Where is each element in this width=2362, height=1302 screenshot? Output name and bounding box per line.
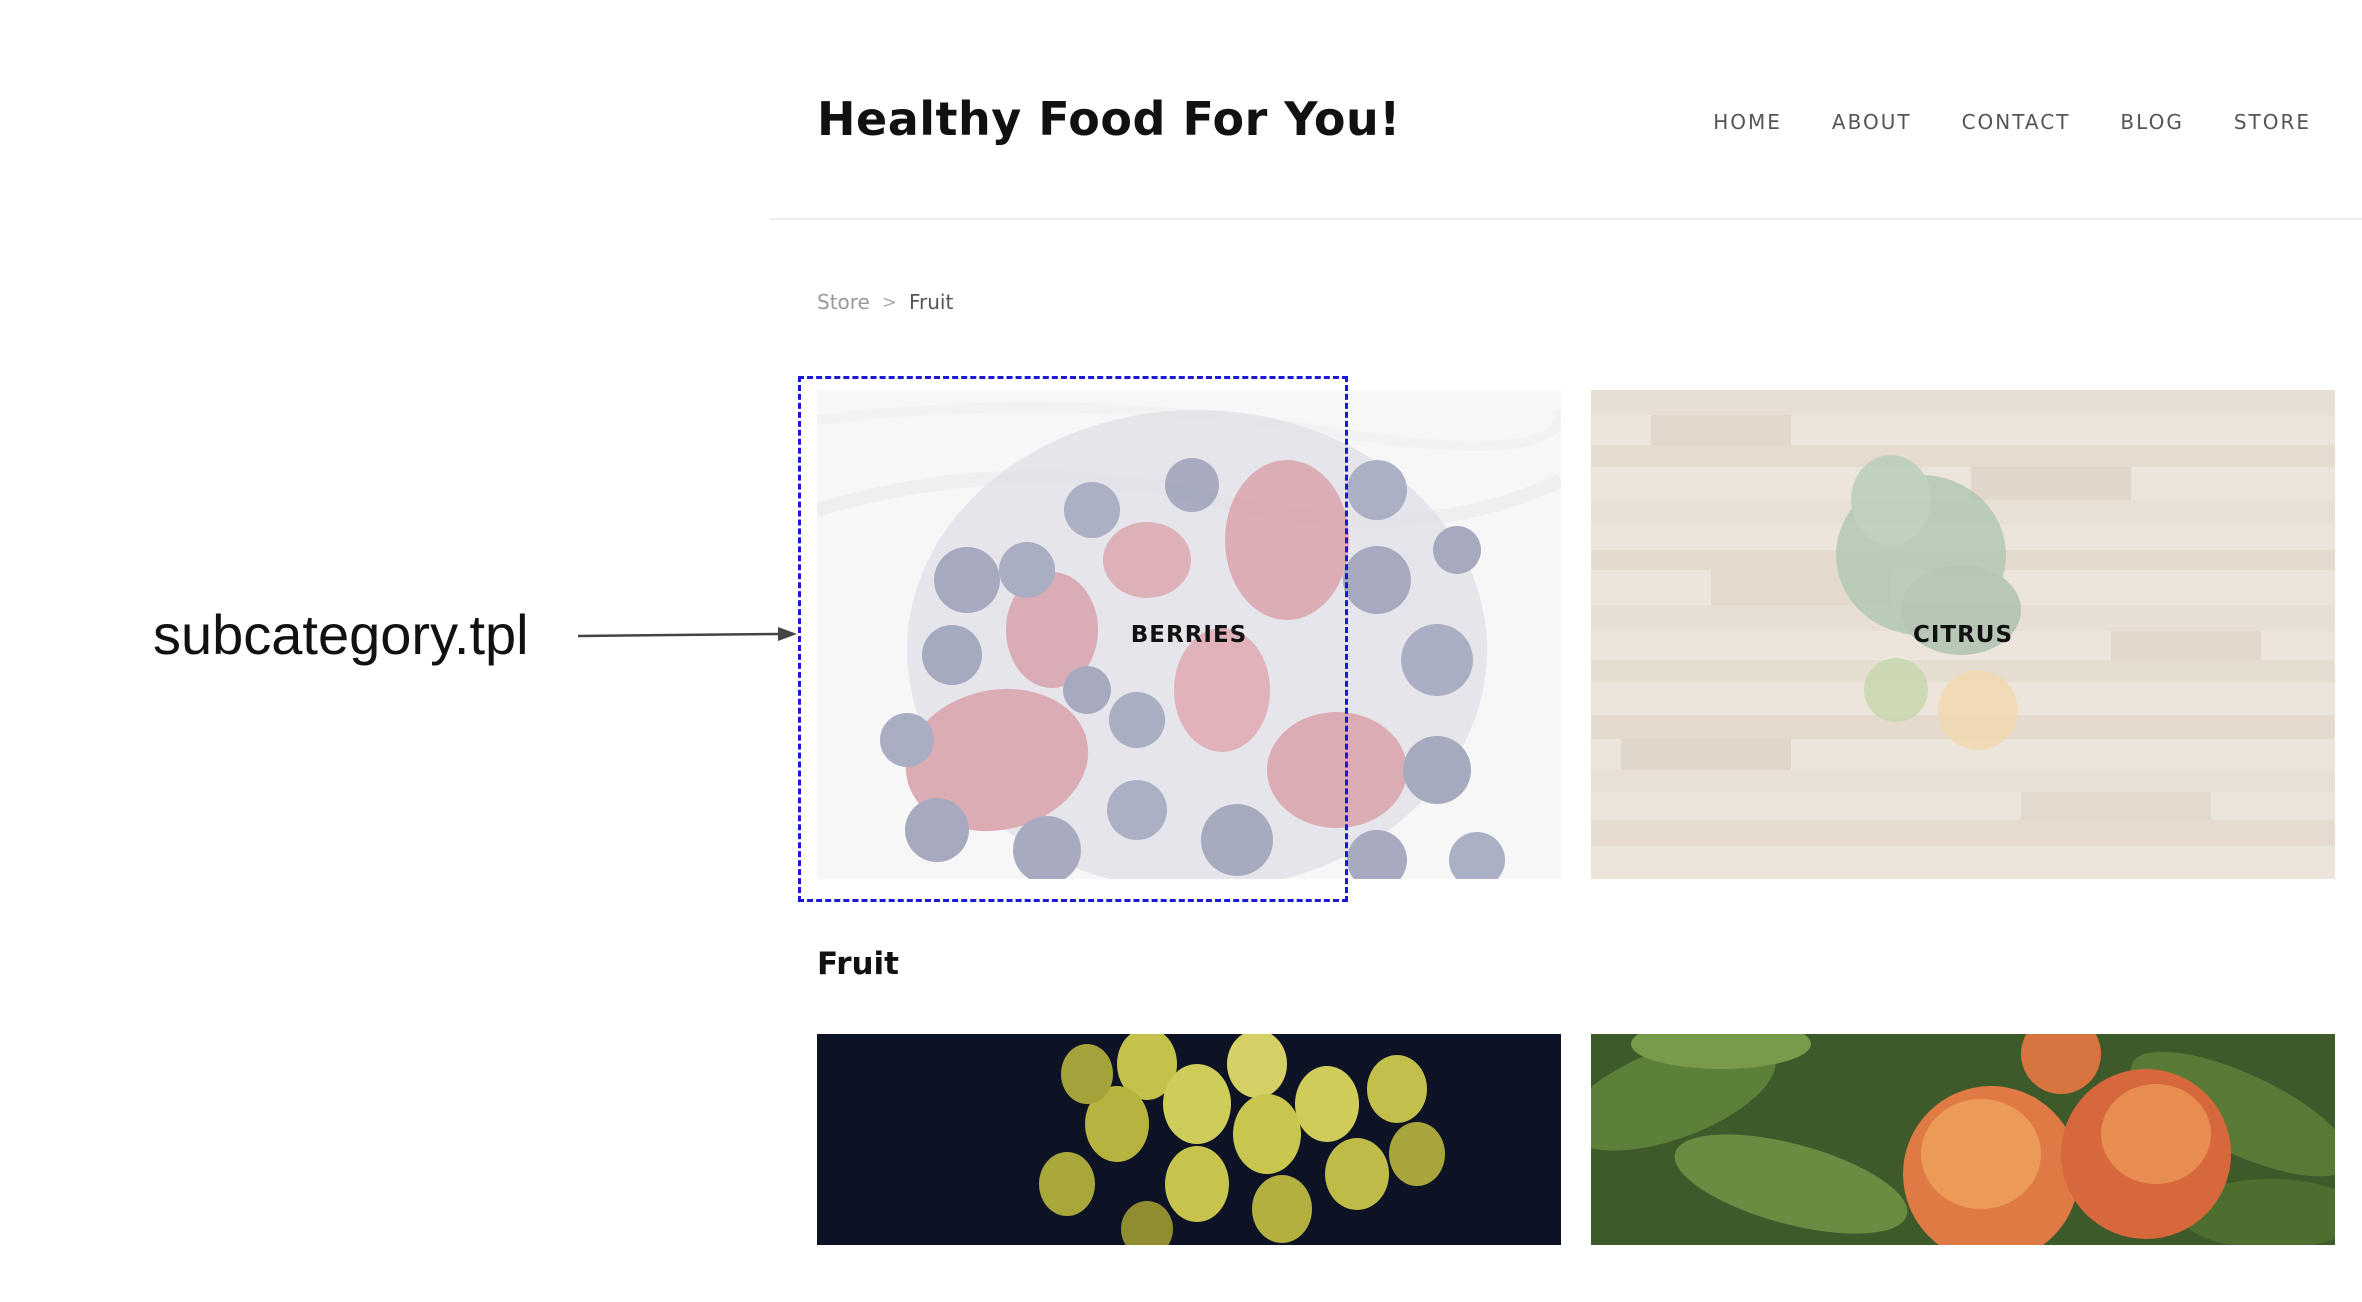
- product-card-grapes[interactable]: [817, 1034, 1561, 1245]
- annotation-arrow-icon: [577, 627, 797, 641]
- nav-home[interactable]: HOME: [1713, 110, 1782, 134]
- subcategory-label-berries: BERRIES: [1130, 621, 1248, 648]
- section-heading: Fruit: [817, 946, 899, 982]
- site-title[interactable]: Healthy Food For You!: [817, 92, 1401, 146]
- website-preview: Healthy Food For You! HOME ABOUT CONTACT…: [770, 0, 2362, 1302]
- nav-store[interactable]: STORE: [2234, 110, 2311, 134]
- breadcrumb-current: Fruit: [908, 290, 954, 314]
- nav-about[interactable]: ABOUT: [1832, 110, 1912, 134]
- subcategory-card-berries[interactable]: BERRIES: [817, 390, 1561, 879]
- grapes-photo: [817, 1034, 1561, 1245]
- product-card-peaches[interactable]: [1591, 1034, 2335, 1245]
- main-nav: HOME ABOUT CONTACT BLOG STORE: [1663, 110, 2362, 134]
- subcategory-label-citrus: CITRUS: [1912, 621, 2014, 648]
- nav-blog[interactable]: BLOG: [2120, 110, 2183, 134]
- breadcrumb-store-link[interactable]: Store: [817, 290, 870, 314]
- subcategory-card-citrus[interactable]: CITRUS: [1591, 390, 2335, 879]
- breadcrumb-separator: >: [881, 291, 897, 313]
- peaches-photo: [1591, 1034, 2335, 1245]
- nav-contact[interactable]: CONTACT: [1962, 110, 2071, 134]
- header-divider: [770, 218, 2362, 220]
- annotation-label: subcategory.tpl: [153, 603, 529, 666]
- breadcrumb: Store > Fruit: [817, 290, 953, 314]
